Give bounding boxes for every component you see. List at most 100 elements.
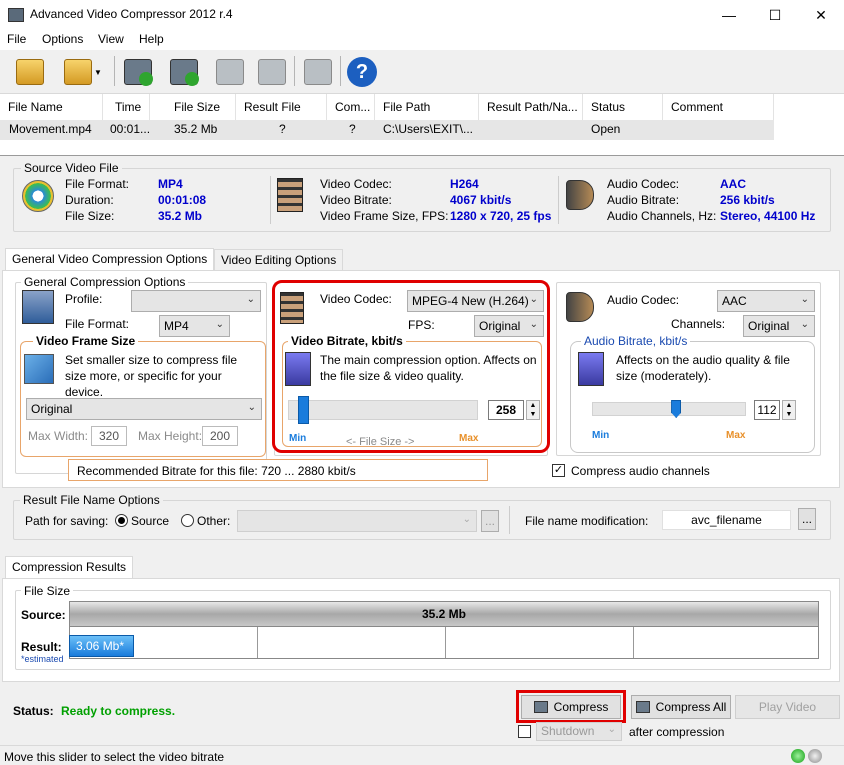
column-header[interactable]: File Path xyxy=(375,94,479,120)
play-toolbar-button[interactable] xyxy=(300,55,336,89)
cell-result-size: ? xyxy=(279,122,286,136)
start-compress-all-icon xyxy=(170,59,199,86)
minimize-button[interactable]: — xyxy=(706,0,752,30)
tab-general-video[interactable]: General Video Compression Options xyxy=(5,248,215,271)
film-strip-icon xyxy=(277,178,303,212)
compress-audio-checkbox[interactable]: ✓ xyxy=(552,464,565,477)
source-radio-label[interactable]: Source xyxy=(131,514,169,528)
menu-file[interactable]: File xyxy=(7,32,26,46)
close-button[interactable]: ✕ xyxy=(798,0,844,30)
estimated-note: *estimated xyxy=(21,654,64,664)
other-radio[interactable] xyxy=(181,514,194,527)
column-header[interactable]: Result File Size xyxy=(236,94,327,140)
frame-size-value: Original xyxy=(31,402,73,416)
cell-status: Open xyxy=(591,122,621,136)
status-bar-text: Move this slider to select the video bit… xyxy=(4,750,225,764)
video-bitrate-stepper[interactable]: ▲ ▼ xyxy=(526,400,540,420)
maximize-button[interactable]: ☐ xyxy=(752,0,798,30)
column-header[interactable]: Status xyxy=(583,94,663,120)
shutdown-checkbox[interactable] xyxy=(518,725,531,738)
file-name-modification-input[interactable]: avc_filename xyxy=(662,510,791,530)
audio-bitrate-slider-track[interactable] xyxy=(592,402,746,416)
menu-view[interactable]: View xyxy=(98,32,124,46)
video-bitrate-slider-track[interactable] xyxy=(288,400,478,420)
channels-select[interactable]: Original ⌄ xyxy=(743,315,815,337)
after-compression-label: after compression xyxy=(629,725,725,739)
menu-bar: File Options View Help xyxy=(0,30,844,50)
video-bitrate-description: The main compression option. Affects on … xyxy=(320,353,537,383)
divider xyxy=(509,506,510,534)
profile-select[interactable]: ⌄ xyxy=(131,290,261,312)
audio-bitrate-description: Affects on the audio quality & file size… xyxy=(616,353,790,383)
modification-browse-button[interactable]: ... xyxy=(798,508,816,530)
menu-options[interactable]: Options xyxy=(42,32,83,46)
channels-label: Channels: xyxy=(671,317,726,331)
pause-icon xyxy=(216,59,244,85)
pause-toolbar-button[interactable] xyxy=(212,55,248,89)
source-radio[interactable] xyxy=(115,514,128,527)
help-toolbar-button[interactable]: ? xyxy=(344,55,380,89)
compress-audio-label[interactable]: Compress audio channels xyxy=(571,464,710,478)
audio-bitrate-stepper[interactable]: ▲ ▼ xyxy=(782,400,796,420)
compress-button[interactable]: Compress xyxy=(521,695,621,719)
tab-video-editing[interactable]: Video Editing Options xyxy=(214,249,344,271)
audio-bitrate-input[interactable]: 112 xyxy=(754,400,780,420)
profile-label: Profile: xyxy=(65,292,103,306)
open-file-button[interactable] xyxy=(12,55,48,89)
tab-compression-results[interactable]: Compression Results xyxy=(5,556,134,579)
slider-min-label: Min xyxy=(289,433,307,444)
compress-all-icon xyxy=(635,701,650,713)
file-format-value: MP4 xyxy=(158,177,183,191)
max-height-input[interactable]: 200 xyxy=(202,426,238,446)
other-radio-label[interactable]: Other: xyxy=(197,514,230,528)
compress-all-button-label: Compress All xyxy=(655,700,727,714)
audio-bitrate-title: Audio Bitrate, kbit/s xyxy=(581,334,691,348)
audio-bitrate-label: Audio Bitrate: xyxy=(607,193,680,207)
play-video-button-label: Play Video xyxy=(758,700,817,714)
column-header[interactable]: Result Path/Na... xyxy=(479,94,583,120)
video-codec-select[interactable]: MPEG-4 New (H.264) ⌄ xyxy=(407,290,544,312)
file-size-arrow-label: <- File Size -> xyxy=(346,436,415,448)
other-path-select[interactable]: ⌄ xyxy=(237,510,477,532)
play-video-button[interactable]: Play Video xyxy=(735,695,840,719)
chevron-down-icon: ⌄ xyxy=(215,319,224,330)
cell-file-size: 35.2 Mb xyxy=(174,122,218,136)
column-header[interactable]: Time xyxy=(103,94,150,120)
column-header[interactable]: Comment xyxy=(663,94,774,120)
video-bitrate-slider-thumb[interactable] xyxy=(298,396,310,424)
result-name-title: Result File Name Options xyxy=(20,493,163,507)
title-bar: Advanced Video Compressor 2012 r.4 — ☐ ✕ xyxy=(0,0,844,30)
compress-toolbar-button[interactable] xyxy=(120,55,156,89)
cancel-toolbar-button[interactable] xyxy=(254,55,290,89)
result-size-value: 3.06 Mb* xyxy=(76,639,125,653)
fps-select[interactable]: Original ⌄ xyxy=(474,315,544,337)
column-header[interactable]: File Size xyxy=(150,94,236,120)
menu-help[interactable]: Help xyxy=(139,32,164,46)
table-row[interactable]: Movement.mp4 00:01... 35.2 Mb ? ? C:\Use… xyxy=(0,120,774,140)
browse-path-button[interactable]: ... xyxy=(481,510,499,532)
frame-size-select[interactable]: Original ⌄ xyxy=(26,398,262,420)
column-header[interactable]: Com... xyxy=(327,94,375,120)
speaker-icon xyxy=(566,180,594,210)
video-bitrate-input[interactable]: 258 xyxy=(488,400,524,420)
recommended-bitrate-text: Recommended Bitrate for this file: 720 .… xyxy=(77,464,356,478)
file-size-label: File Size: xyxy=(65,209,115,223)
compress-all-button[interactable]: Compress All xyxy=(631,695,731,719)
file-size-value: 35.2 Mb xyxy=(158,209,203,223)
file-format-select-value: MP4 xyxy=(164,319,189,333)
column-header[interactable]: File Name xyxy=(0,94,103,120)
audio-codec-select[interactable]: AAC ⌄ xyxy=(717,290,815,312)
compress-all-toolbar-button[interactable] xyxy=(166,55,202,89)
file-table: File Name Time File Size Result File Siz… xyxy=(0,94,844,156)
file-format-select-label: File Format: xyxy=(65,317,130,331)
max-width-input[interactable]: 320 xyxy=(91,426,127,446)
shutdown-select[interactable]: Shutdown ⌄ xyxy=(536,722,622,741)
media-file-icon xyxy=(22,180,54,212)
start-compress-icon xyxy=(124,59,153,86)
frame-size-label: Video Frame Size, FPS: xyxy=(320,209,449,223)
window-title: Advanced Video Compressor 2012 r.4 xyxy=(30,7,233,21)
open-folder-button[interactable]: ▼ xyxy=(58,55,108,89)
file-format-select[interactable]: MP4 ⌄ xyxy=(159,315,230,337)
app-icon xyxy=(8,8,24,22)
slider-max-label: Max xyxy=(459,433,479,444)
